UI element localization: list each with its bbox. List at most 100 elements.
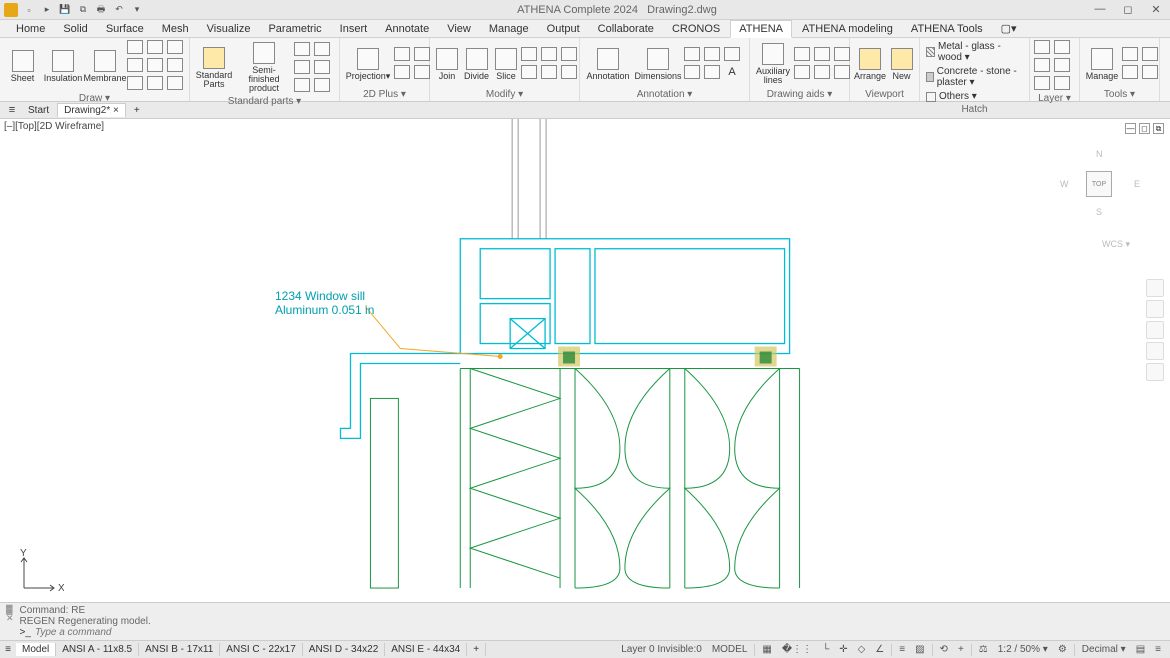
aid-tool-1[interactable] bbox=[794, 47, 810, 61]
draw-tool-8[interactable] bbox=[147, 76, 163, 90]
tab-home[interactable]: Home bbox=[8, 21, 53, 37]
hatch-others[interactable]: Others ▾ bbox=[924, 90, 979, 103]
polar-toggle-icon[interactable]: ✛ bbox=[836, 644, 850, 655]
save-icon[interactable]: 💾 bbox=[58, 3, 72, 17]
2dplus-tool-2[interactable] bbox=[414, 47, 430, 61]
anno-tool-1[interactable] bbox=[684, 47, 700, 61]
status-layer[interactable]: Layer 0 Invisible:0 bbox=[618, 644, 705, 655]
2dplus-tool-3[interactable] bbox=[394, 65, 410, 79]
draw-tool-2[interactable] bbox=[147, 40, 163, 54]
draw-tool-5[interactable] bbox=[147, 58, 163, 72]
tab-output[interactable]: Output bbox=[539, 21, 588, 37]
panel-drawingaids-label[interactable]: Drawing aids ▾ bbox=[754, 88, 845, 101]
osnap-toggle-icon[interactable]: ◇ bbox=[855, 644, 869, 655]
stdpart-tool-2[interactable] bbox=[314, 42, 330, 56]
layer-tool-1[interactable] bbox=[1034, 40, 1050, 54]
start-tab[interactable]: Start bbox=[22, 104, 55, 117]
tools-2[interactable] bbox=[1142, 47, 1158, 61]
redo-icon[interactable]: ▾ bbox=[130, 3, 144, 17]
aid-tool-5[interactable] bbox=[814, 65, 830, 79]
print-icon[interactable]: 🖶 bbox=[94, 3, 108, 17]
stdpart-tool-4[interactable] bbox=[314, 60, 330, 74]
tab-annotate[interactable]: Annotate bbox=[377, 21, 437, 37]
tab-athena[interactable]: ATHENA bbox=[730, 20, 792, 38]
tab-solid[interactable]: Solid bbox=[55, 21, 95, 37]
tab-extra-icon[interactable]: ▢▾ bbox=[993, 20, 1025, 37]
dimensions-button[interactable]: Dimensions bbox=[634, 46, 682, 83]
manage-button[interactable]: Manage bbox=[1084, 46, 1120, 83]
2dplus-tool-4[interactable] bbox=[414, 65, 430, 79]
tab-collaborate[interactable]: Collaborate bbox=[590, 21, 662, 37]
tab-cronos[interactable]: CRONOS bbox=[664, 21, 728, 37]
ortho-toggle-icon[interactable]: └ bbox=[819, 644, 832, 655]
panel-annotation-label[interactable]: Annotation ▾ bbox=[584, 88, 745, 101]
minimize-button[interactable]: — bbox=[1090, 3, 1110, 16]
stdpart-tool-3[interactable] bbox=[294, 60, 310, 74]
divide-button[interactable]: Divide bbox=[462, 46, 491, 83]
doc-menu-icon[interactable]: ≡ bbox=[4, 104, 20, 116]
anno-tool-4[interactable] bbox=[684, 65, 700, 79]
layout-model[interactable]: Model bbox=[16, 643, 56, 656]
layout-ansi-a[interactable]: ANSI A - 11x8.5 bbox=[56, 643, 139, 656]
layer-tool-2[interactable] bbox=[1054, 40, 1070, 54]
panel-modify-label[interactable]: Modify ▾ bbox=[434, 88, 575, 101]
text-tool[interactable]: A bbox=[724, 65, 740, 79]
gear-icon[interactable]: ⚙ bbox=[1055, 644, 1070, 655]
aid-tool-3[interactable] bbox=[834, 47, 850, 61]
open-icon[interactable]: ▸ bbox=[40, 3, 54, 17]
stdpart-tool-6[interactable] bbox=[314, 78, 330, 92]
aid-tool-6[interactable] bbox=[834, 65, 850, 79]
layer-tool-6[interactable] bbox=[1054, 76, 1070, 90]
modify-tool-1[interactable] bbox=[521, 47, 537, 61]
2dplus-tool-1[interactable] bbox=[394, 47, 410, 61]
tab-insert[interactable]: Insert bbox=[332, 21, 376, 37]
tab-athena-modeling[interactable]: ATHENA modeling bbox=[794, 21, 901, 37]
panel-2dplus-label[interactable]: 2D Plus ▾ bbox=[344, 88, 425, 101]
draw-tool-9[interactable] bbox=[167, 76, 183, 90]
layer-tool-4[interactable] bbox=[1054, 58, 1070, 72]
layer-tool-5[interactable] bbox=[1034, 76, 1050, 90]
tab-view[interactable]: View bbox=[439, 21, 479, 37]
join-button[interactable]: Join bbox=[434, 46, 460, 83]
units-readout[interactable]: Decimal ▾ bbox=[1079, 644, 1129, 655]
modify-tool-2[interactable] bbox=[541, 47, 557, 61]
close-tab-icon[interactable]: × bbox=[113, 105, 119, 116]
tools-4[interactable] bbox=[1142, 65, 1158, 79]
status-space[interactable]: MODEL bbox=[709, 644, 751, 655]
drawing-tab[interactable]: Drawing2* × bbox=[57, 103, 126, 117]
transparency-icon[interactable]: ▨ bbox=[912, 644, 927, 655]
hatch-concrete[interactable]: Concrete - stone - plaster ▾ bbox=[924, 65, 1025, 89]
tools-3[interactable] bbox=[1122, 65, 1138, 79]
otrack-toggle-icon[interactable]: ∠ bbox=[872, 644, 887, 655]
tab-parametric[interactable]: Parametric bbox=[260, 21, 329, 37]
panel-layer-label[interactable]: Layer ▾ bbox=[1034, 92, 1075, 105]
scale-readout[interactable]: 1:2 / 50% ▾ bbox=[995, 644, 1051, 655]
sheet-button[interactable]: Sheet bbox=[4, 48, 41, 85]
layout-menu-icon[interactable]: ≡ bbox=[0, 644, 16, 655]
maximize-button[interactable]: ◻ bbox=[1118, 3, 1138, 16]
grid-toggle-icon[interactable]: ▦ bbox=[759, 644, 774, 655]
layout-add[interactable]: + bbox=[467, 643, 486, 656]
draw-tool-1[interactable] bbox=[127, 40, 143, 54]
draw-tool-7[interactable] bbox=[127, 76, 143, 90]
modify-tool-4[interactable] bbox=[521, 65, 537, 79]
tab-athena-tools[interactable]: ATHENA Tools bbox=[903, 21, 991, 37]
aid-tool-4[interactable] bbox=[794, 65, 810, 79]
tab-surface[interactable]: Surface bbox=[98, 21, 152, 37]
annoscale-icon[interactable]: ⚖ bbox=[976, 644, 991, 655]
stdpart-tool-1[interactable] bbox=[294, 42, 310, 56]
cycling-icon[interactable]: ⟲ bbox=[937, 644, 951, 655]
tools-1[interactable] bbox=[1122, 47, 1138, 61]
panel-tools-label[interactable]: Tools ▾ bbox=[1084, 88, 1155, 101]
saveas-icon[interactable]: ⧉ bbox=[76, 3, 90, 17]
tab-mesh[interactable]: Mesh bbox=[154, 21, 197, 37]
draw-tool-6[interactable] bbox=[167, 58, 183, 72]
new-icon[interactable]: ▫ bbox=[22, 3, 36, 17]
semifinished-button[interactable]: Semi-finished product bbox=[236, 40, 292, 95]
aid-tool-2[interactable] bbox=[814, 47, 830, 61]
projection-button[interactable]: Projection▾ bbox=[344, 46, 392, 83]
layout-ansi-c[interactable]: ANSI C - 22x17 bbox=[220, 643, 302, 656]
standard-parts-button[interactable]: Standard Parts bbox=[194, 45, 234, 91]
hatch-metal[interactable]: Metal - glass - wood ▾ bbox=[924, 40, 1025, 64]
insulation-button[interactable]: Insulation bbox=[43, 48, 83, 85]
